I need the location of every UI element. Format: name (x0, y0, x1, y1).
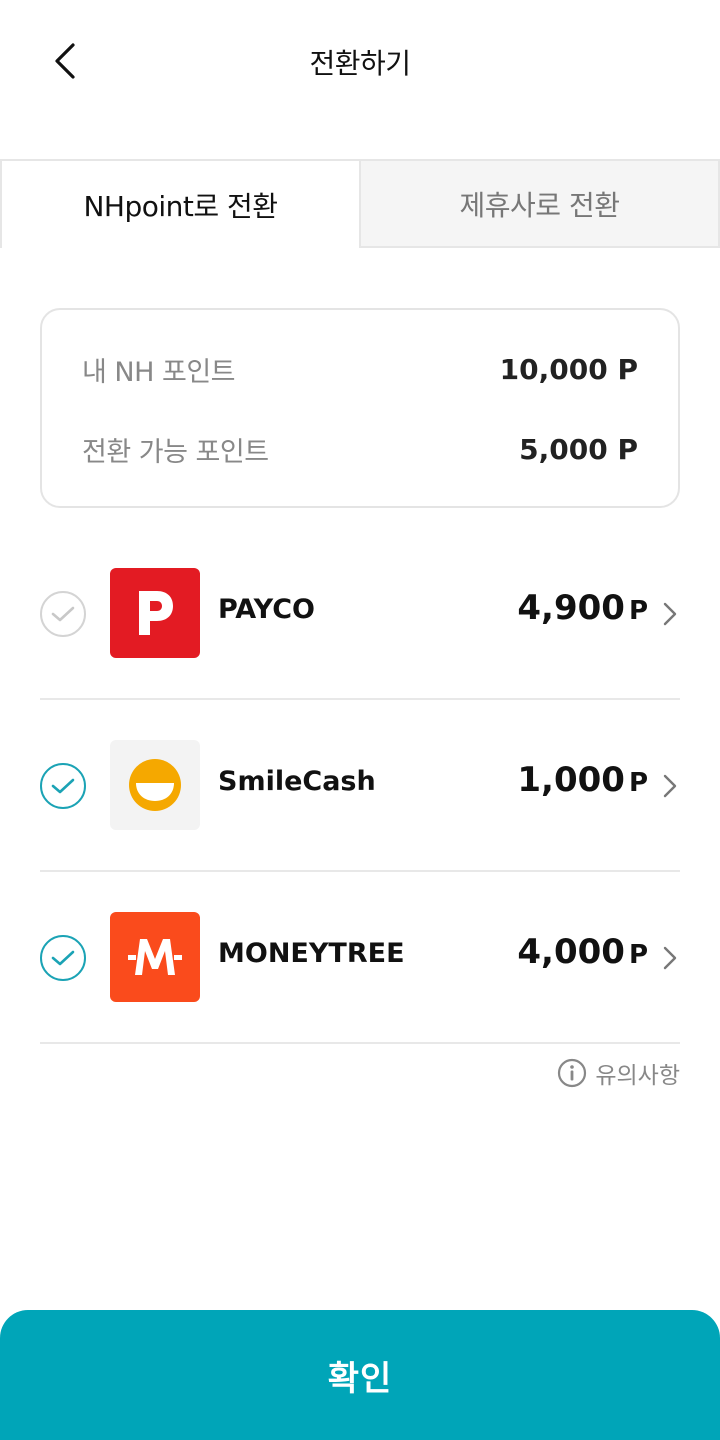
confirm-button-label: 확인 (327, 1358, 393, 1399)
conversion-tabs: NHpoint로 전환 제휴사로 전환 (0, 159, 720, 248)
chevron-right-icon[interactable] (660, 944, 680, 972)
partner-points-value: 4,900 (517, 588, 625, 628)
chevron-right-icon[interactable] (660, 600, 680, 628)
checkbox-payco[interactable] (40, 591, 86, 637)
partner-points-value: 4,000 (517, 932, 625, 972)
partner-item-moneytree[interactable]: MONEYTREE 4,000 P (40, 872, 680, 1044)
tab-nhpoint[interactable]: NHpoint로 전환 (0, 159, 359, 248)
partner-points: 4,000 P (517, 932, 648, 972)
payco-logo-icon (110, 568, 200, 658)
smilecash-logo-icon (110, 740, 200, 830)
points-summary-card: 내 NH 포인트 10,000 P 전환 가능 포인트 5,000 P (40, 308, 680, 508)
convertible-points-row: 전환 가능 포인트 5,000 P (82, 430, 638, 469)
tab-partner[interactable]: 제휴사로 전환 (359, 159, 720, 248)
convertible-points-value: 5,000 P (519, 433, 638, 466)
partner-points: 4,900 P (517, 588, 648, 628)
partner-item-smilecash[interactable]: SmileCash 1,000 P (40, 700, 680, 872)
partner-name: SmileCash (218, 766, 376, 797)
partner-points-value: 1,000 (517, 760, 625, 800)
checkbox-smilecash[interactable] (40, 763, 86, 809)
check-icon (51, 778, 75, 794)
chevron-right-icon[interactable] (660, 772, 680, 800)
partner-points-unit: P (628, 596, 648, 626)
moneytree-logo-icon (110, 912, 200, 1002)
check-icon (51, 950, 75, 966)
partner-points-unit: P (628, 768, 648, 798)
my-points-value: 10,000 P (499, 353, 638, 386)
my-points-label: 내 NH 포인트 (82, 357, 236, 388)
partner-points: 1,000 P (517, 760, 648, 800)
partner-item-payco[interactable]: PAYCO 4,900 P (40, 528, 680, 700)
checkbox-moneytree[interactable] (40, 935, 86, 981)
partner-name: PAYCO (218, 594, 315, 625)
my-points-row: 내 NH 포인트 10,000 P (82, 350, 638, 389)
confirm-button[interactable]: 확인 (0, 1310, 720, 1440)
page-title: 전환하기 (309, 47, 411, 80)
notice-link[interactable]: 유의사항 (557, 1056, 680, 1090)
header-bar: 전환하기 (0, 0, 720, 124)
convertible-points-label: 전환 가능 포인트 (82, 437, 269, 468)
info-icon (558, 1058, 587, 1088)
check-icon (51, 606, 75, 622)
notice-label: 유의사항 (595, 1063, 680, 1089)
partner-name: MONEYTREE (218, 938, 405, 969)
partner-points-unit: P (628, 940, 648, 970)
